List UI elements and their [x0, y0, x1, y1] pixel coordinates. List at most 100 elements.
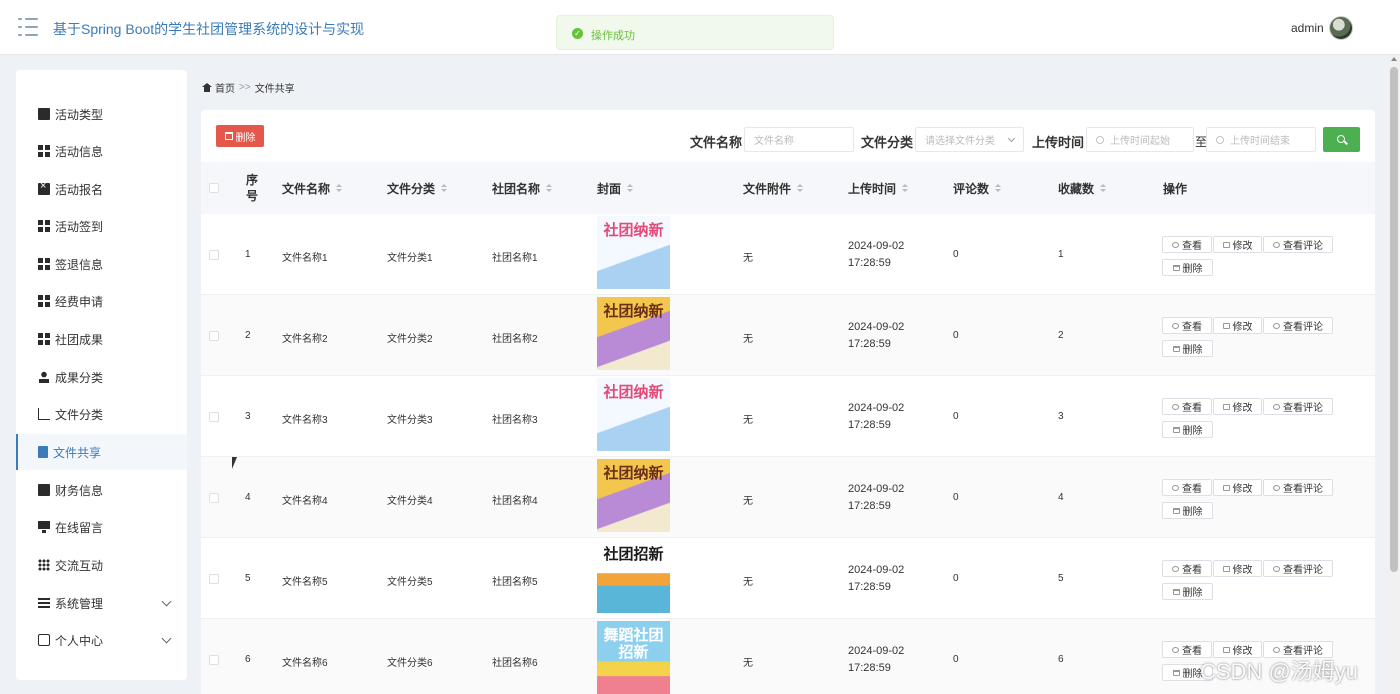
- edit-button[interactable]: 修改: [1213, 479, 1262, 496]
- check-circle-icon: ✓: [572, 28, 583, 39]
- sidebar-item-file-share[interactable]: 文件共享: [16, 434, 187, 470]
- delete-row-button[interactable]: 删除: [1162, 421, 1213, 438]
- cell-file-name: 文件名称4: [282, 496, 328, 507]
- sidebar-item-funding-request[interactable]: 经费申请: [16, 283, 187, 319]
- col-upload-time[interactable]: 上传时间: [848, 162, 909, 214]
- cell-comments: 0: [953, 492, 959, 503]
- eye-icon: [1172, 403, 1179, 410]
- cover-image[interactable]: 社团纳新: [597, 378, 670, 451]
- sidebar-item-activity-type[interactable]: 活动类型: [16, 96, 187, 132]
- sidebar-item-activity-checkin[interactable]: 活动签到: [16, 208, 187, 244]
- avatar[interactable]: [1329, 16, 1353, 40]
- upload-time-start-input[interactable]: 上传时间起始: [1086, 127, 1194, 152]
- view-button[interactable]: 查看: [1162, 398, 1212, 415]
- sidebar-item-activity-info[interactable]: 活动信息: [16, 133, 187, 169]
- search-button[interactable]: [1323, 127, 1360, 152]
- edit-icon: [1222, 322, 1230, 329]
- sidebar-item-system-management[interactable]: 系统管理: [16, 585, 187, 621]
- edit-button[interactable]: 修改: [1213, 398, 1262, 415]
- scroll-up-icon[interactable]: [1391, 57, 1397, 61]
- list-icon: [38, 597, 50, 609]
- delete-row-button[interactable]: 删除: [1162, 502, 1213, 519]
- watermark: CSDN @汤姆yu: [1200, 659, 1359, 684]
- delete-row-button[interactable]: 删除: [1162, 259, 1213, 276]
- delete-row-button[interactable]: 删除: [1162, 340, 1213, 357]
- page-scrollbar[interactable]: [1388, 55, 1400, 694]
- edit-button[interactable]: 修改: [1213, 236, 1262, 253]
- cell-attachment: 无: [743, 415, 753, 426]
- row-checkbox[interactable]: [209, 655, 219, 665]
- cell-upload-time: 2024-09-02 17:28:59: [848, 645, 905, 674]
- edit-button[interactable]: 修改: [1213, 560, 1262, 577]
- col-club-name[interactable]: 社团名称: [492, 162, 553, 214]
- view-button[interactable]: 查看: [1162, 560, 1212, 577]
- cell-attachment: 无: [743, 577, 753, 588]
- edit-icon: [1222, 646, 1230, 653]
- select-all-checkbox[interactable]: [209, 183, 219, 193]
- sidebar-item-club-achievements[interactable]: 社团成果: [16, 321, 187, 357]
- sort-icon: [995, 183, 1002, 193]
- monitor-icon: [38, 521, 50, 533]
- app-title: 基于Spring Boot的学生社团管理系统的设计与实现: [53, 21, 365, 37]
- file-name-input[interactable]: 文件名称: [744, 127, 854, 152]
- eye-icon: [1273, 403, 1280, 410]
- main-panel: 删除 文件名称 文件名称 文件分类 请选择文件分类 上传时间 上传时间起始 至 …: [201, 110, 1375, 694]
- col-file-name[interactable]: 文件名称: [282, 162, 343, 214]
- cell-favorites: 6: [1058, 654, 1064, 665]
- search-icon: [1337, 135, 1345, 143]
- batch-delete-button[interactable]: 删除: [216, 125, 264, 147]
- cell-file-category: 文件分类4: [387, 496, 433, 507]
- sidebar-item-achievement-category[interactable]: 成果分类: [16, 359, 187, 395]
- breadcrumb-separator: >>: [239, 82, 251, 93]
- sidebar-item-finance-info[interactable]: 财务信息: [16, 472, 187, 508]
- view-comments-button[interactable]: 查看评论: [1263, 398, 1333, 415]
- edit-button[interactable]: 修改: [1213, 317, 1262, 334]
- breadcrumb: 首页 >> 文件共享: [202, 80, 295, 95]
- sidebar-item-file-category[interactable]: 文件分类: [16, 396, 187, 432]
- cover-image[interactable]: 社团纳新: [597, 459, 670, 532]
- cover-image[interactable]: 社团招新: [597, 540, 670, 613]
- row-checkbox[interactable]: [209, 250, 219, 260]
- row-checkbox[interactable]: [209, 331, 219, 341]
- col-favorites[interactable]: 收藏数: [1058, 162, 1107, 214]
- cover-image[interactable]: 社团纳新: [597, 216, 670, 289]
- row-checkbox[interactable]: [209, 412, 219, 422]
- folder-icon: [38, 108, 50, 120]
- col-cover[interactable]: 封面: [597, 162, 634, 214]
- cell-index: 2: [245, 330, 251, 341]
- sort-icon: [797, 183, 804, 193]
- cell-club-name: 社团名称4: [492, 496, 538, 507]
- view-comments-button[interactable]: 查看评论: [1263, 560, 1333, 577]
- view-comments-button[interactable]: 查看评论: [1263, 479, 1333, 496]
- view-button[interactable]: 查看: [1162, 317, 1212, 334]
- view-button[interactable]: 查看: [1162, 236, 1212, 253]
- cover-title: 舞蹈社团 招新: [603, 627, 664, 661]
- view-comments-button[interactable]: 查看评论: [1263, 236, 1333, 253]
- eye-icon: [1172, 322, 1179, 329]
- sidebar-item-personal-center[interactable]: 个人中心: [16, 622, 187, 658]
- cell-upload-time: 2024-09-02 17:28:59: [848, 240, 905, 269]
- sidebar-item-activity-signup[interactable]: 活动报名: [16, 171, 187, 207]
- cover-image[interactable]: 社团纳新: [597, 297, 670, 370]
- filter-name-label: 文件名称: [690, 135, 743, 150]
- col-actions: 操作: [1163, 181, 1188, 196]
- upload-time-end-input[interactable]: 上传时间结束: [1206, 127, 1316, 152]
- menu-toggle-icon[interactable]: [18, 18, 38, 36]
- sidebar-item-online-message[interactable]: 在线留言: [16, 509, 187, 545]
- cover-image[interactable]: 舞蹈社团 招新: [597, 621, 670, 694]
- view-comments-button[interactable]: 查看评论: [1263, 317, 1333, 334]
- col-comments[interactable]: 评论数: [953, 162, 1002, 214]
- row-checkbox[interactable]: [209, 493, 219, 503]
- row-checkbox[interactable]: [209, 574, 219, 584]
- col-file-category[interactable]: 文件分类: [387, 162, 448, 214]
- sidebar-item-interaction[interactable]: 交流互动: [16, 547, 187, 583]
- trash-icon: [1172, 669, 1180, 676]
- view-button[interactable]: 查看: [1162, 479, 1212, 496]
- sidebar-item-checkout-info[interactable]: 签退信息: [16, 246, 187, 282]
- scroll-thumb[interactable]: [1390, 67, 1398, 572]
- breadcrumb-home[interactable]: 首页: [215, 80, 235, 95]
- delete-row-button[interactable]: 删除: [1162, 583, 1213, 600]
- file-category-select[interactable]: 请选择文件分类: [915, 127, 1024, 152]
- user-name[interactable]: admin: [1291, 21, 1324, 35]
- col-attachment[interactable]: 文件附件: [743, 162, 804, 214]
